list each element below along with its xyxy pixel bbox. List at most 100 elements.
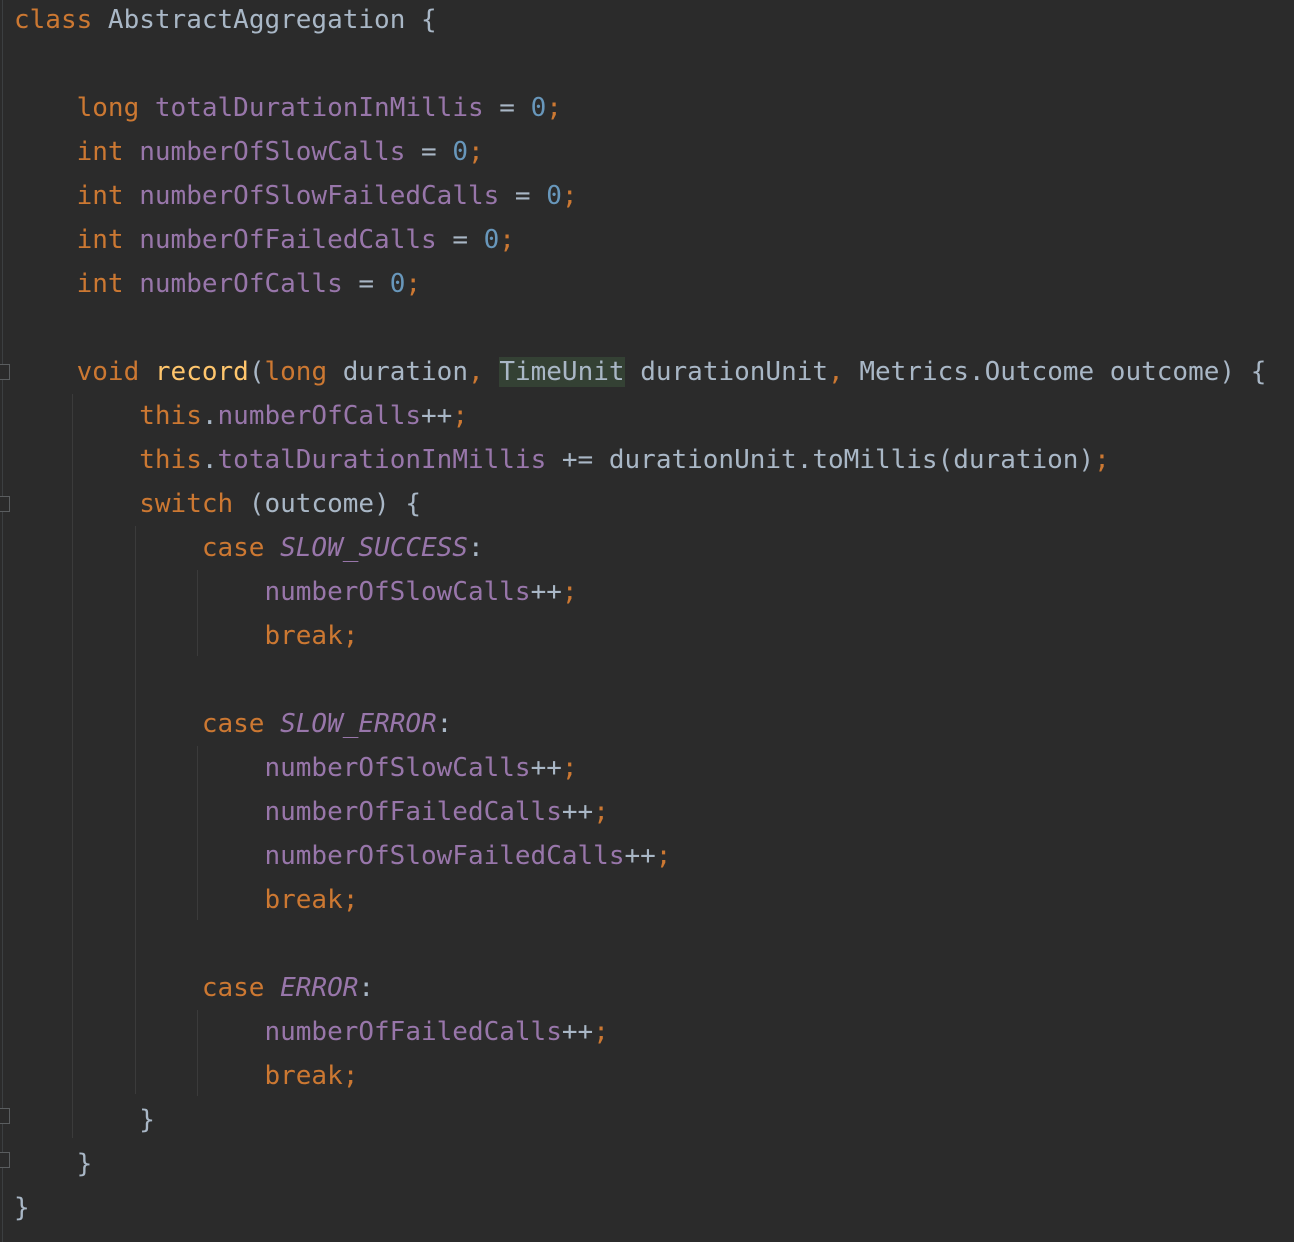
code-token: :	[436, 709, 453, 739]
code-token: break	[264, 885, 343, 915]
code-token: case	[201, 709, 265, 739]
code-token: ;	[467, 137, 484, 167]
code-token: ;	[499, 225, 515, 255]
code-token: 0	[389, 269, 406, 299]
code-token: numberOfSlowFailedCalls	[139, 181, 500, 211]
code-line[interactable]: case ERROR:	[14, 966, 374, 1010]
code-token: ;	[593, 1017, 609, 1047]
code-token: int	[76, 137, 124, 167]
fold-marker-icon[interactable]	[0, 364, 10, 380]
code-token: AbstractAggregation {	[92, 5, 437, 35]
code-token: this	[139, 401, 202, 431]
code-line[interactable]: case SLOW_ERROR:	[14, 702, 452, 746]
code-token: duration	[327, 357, 468, 387]
code-line[interactable]: numberOfSlowCalls++;	[14, 570, 578, 614]
code-token: ++	[421, 401, 453, 431]
code-line[interactable]: }	[14, 1186, 30, 1230]
gutter-divider	[2, 0, 3, 1242]
code-token: .	[201, 401, 218, 431]
code-line[interactable]: switch (outcome) {	[14, 482, 421, 526]
fold-marker-icon[interactable]	[0, 496, 10, 512]
code-token: ;	[561, 181, 578, 211]
code-line[interactable]: long totalDurationInMillis = 0;	[14, 86, 562, 130]
code-token: += durationUnit.toMillis(duration)	[546, 445, 1095, 475]
code-token: ;	[342, 621, 359, 651]
code-token: SLOW_ERROR	[280, 709, 437, 739]
code-token: ERROR	[280, 973, 359, 1003]
code-token: ;	[655, 841, 672, 871]
code-token: ;	[561, 753, 578, 783]
code-line[interactable]: int numberOfSlowCalls = 0;	[14, 130, 484, 174]
code-token: ++	[530, 577, 562, 607]
code-token: numberOfSlowCalls	[264, 577, 531, 607]
code-token: totalDurationInMillis	[217, 445, 547, 475]
code-token: TimeUnit	[499, 357, 625, 387]
code-editor[interactable]: class AbstractAggregation { long totalDu…	[0, 0, 1294, 1242]
code-token: =	[342, 269, 390, 299]
fold-marker-icon[interactable]	[0, 1108, 10, 1124]
code-line[interactable]: }	[14, 1098, 155, 1142]
code-token: totalDurationInMillis	[154, 93, 484, 123]
code-token: this	[139, 445, 202, 475]
code-token: 0	[452, 137, 468, 167]
code-token: numberOfFailedCalls	[264, 797, 562, 827]
code-token: (outcome) {	[233, 489, 421, 519]
code-token: class	[14, 5, 93, 35]
code-line[interactable]: numberOfSlowCalls++;	[14, 746, 578, 790]
code-line[interactable]: int numberOfFailedCalls = 0;	[14, 218, 515, 262]
code-token: ;	[452, 401, 468, 431]
code-token: SLOW_SUCCESS	[280, 533, 468, 563]
code-token: ++	[561, 797, 594, 827]
code-token: :	[358, 973, 375, 1003]
code-token: long	[264, 357, 328, 387]
code-token: =	[483, 93, 531, 123]
code-token: =	[499, 181, 547, 211]
code-token: ;	[561, 577, 578, 607]
code-line[interactable]: this.totalDurationInMillis += durationUn…	[14, 438, 1110, 482]
code-line[interactable]: int numberOfSlowFailedCalls = 0;	[14, 174, 578, 218]
code-token: 0	[546, 181, 562, 211]
code-token: void	[76, 357, 140, 387]
code-token: ,	[828, 357, 844, 387]
code-line[interactable]: void record(long duration, TimeUnit dura…	[14, 350, 1266, 394]
code-token: numberOfSlowCalls	[139, 137, 406, 167]
code-line[interactable]: break;	[14, 1054, 358, 1098]
code-token: durationUnit	[624, 357, 829, 387]
code-token: ;	[405, 269, 422, 299]
code-line[interactable]: numberOfSlowFailedCalls++;	[14, 834, 671, 878]
code-line[interactable]: class AbstractAggregation {	[14, 0, 437, 42]
code-line[interactable]: break;	[14, 878, 358, 922]
code-line[interactable]: case SLOW_SUCCESS:	[14, 526, 484, 570]
code-line[interactable]: numberOfFailedCalls++;	[14, 790, 608, 834]
code-token: numberOfCalls	[139, 269, 343, 299]
code-token: int	[76, 181, 124, 211]
code-line[interactable]: int numberOfCalls = 0;	[14, 262, 421, 306]
code-token: ++	[561, 1017, 594, 1047]
code-line[interactable]: }	[14, 1142, 93, 1186]
code-line[interactable]: break;	[14, 614, 358, 658]
code-token: ;	[546, 93, 562, 123]
fold-marker-icon[interactable]	[0, 1152, 10, 1168]
code-token: numberOfCalls	[217, 401, 422, 431]
code-line[interactable]: numberOfFailedCalls++;	[14, 1010, 609, 1054]
code-line[interactable]: this.numberOfCalls++;	[14, 394, 468, 438]
code-token: ;	[342, 1061, 359, 1091]
code-token: numberOfSlowFailedCalls	[264, 841, 625, 871]
